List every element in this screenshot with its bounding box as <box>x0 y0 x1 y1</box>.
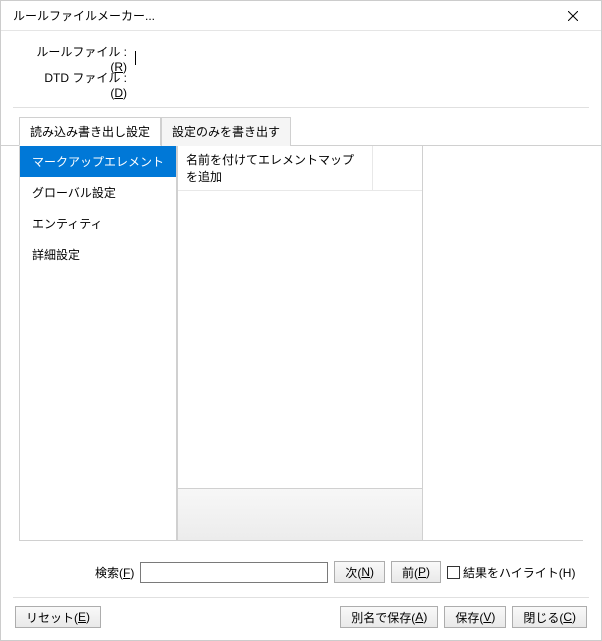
save-as-button[interactable]: 別名で保存(A) <box>340 606 438 628</box>
sidebar-item-entity[interactable]: エンティティ <box>20 208 176 239</box>
save-button[interactable]: 保存(V) <box>444 606 506 628</box>
next-button[interactable]: 次(N) <box>334 561 385 583</box>
search-row: 検索(F) 次(N) 前(P) 結果をハイライト(H) <box>1 541 601 593</box>
close-button[interactable]: 閉じる(C) <box>512 606 587 628</box>
divider <box>13 107 589 108</box>
dtd-file-row: DTD ファイル :(D) <box>35 71 581 97</box>
file-section: ルールファイル :(R) DTD ファイル :(D) <box>1 31 601 107</box>
content-area: マークアップエレメント グローバル設定 エンティティ 詳細設定 名前を付けてエレ… <box>1 146 601 541</box>
titlebar: ルールファイルメーカー... <box>1 1 601 31</box>
prev-button[interactable]: 前(P) <box>391 561 441 583</box>
sidebar: マークアップエレメント グローバル設定 エンティティ 詳細設定 <box>19 146 177 541</box>
reset-button[interactable]: リセット(E) <box>15 606 101 628</box>
list-header: 名前を付けてエレメントマップを追加 <box>178 146 422 191</box>
tab-export-only[interactable]: 設定のみを書き出す <box>161 117 291 146</box>
list-header-name[interactable]: 名前を付けてエレメントマップを追加 <box>178 146 373 190</box>
highlight-label: 結果をハイライト(H) <box>463 564 575 581</box>
search-input[interactable] <box>140 562 328 583</box>
list-header-blank[interactable] <box>373 146 422 190</box>
sidebar-item-markup[interactable]: マークアップエレメント <box>20 146 176 177</box>
right-spacer <box>423 146 583 541</box>
sidebar-item-global[interactable]: グローバル設定 <box>20 177 176 208</box>
close-icon[interactable] <box>553 2 593 30</box>
highlight-checkbox-wrap[interactable]: 結果をハイライト(H) <box>447 564 575 581</box>
list-area[interactable]: 名前を付けてエレメントマップを追加 <box>177 146 422 488</box>
sidebar-item-advanced[interactable]: 詳細設定 <box>20 239 176 270</box>
highlight-checkbox[interactable] <box>447 566 460 579</box>
window-title: ルールファイルメーカー... <box>9 7 553 24</box>
bottom-row: リセット(E) 別名で保存(A) 保存(V) 閉じる(C) <box>1 598 601 640</box>
dtd-file-label: DTD ファイル :(D) <box>35 69 127 100</box>
main-panel: 名前を付けてエレメントマップを追加 <box>177 146 423 541</box>
window: ルールファイルメーカー... ルールファイル :(R) DTD ファイル :(D… <box>0 0 602 641</box>
tab-bar: 読み込み書き出し設定 設定のみを書き出す <box>1 116 601 146</box>
button-pane <box>177 488 422 540</box>
rule-file-cursor <box>135 51 136 65</box>
search-label: 検索(F) <box>95 564 134 581</box>
tab-read-write[interactable]: 読み込み書き出し設定 <box>19 117 161 146</box>
rule-file-row: ルールファイル :(R) <box>35 45 581 71</box>
